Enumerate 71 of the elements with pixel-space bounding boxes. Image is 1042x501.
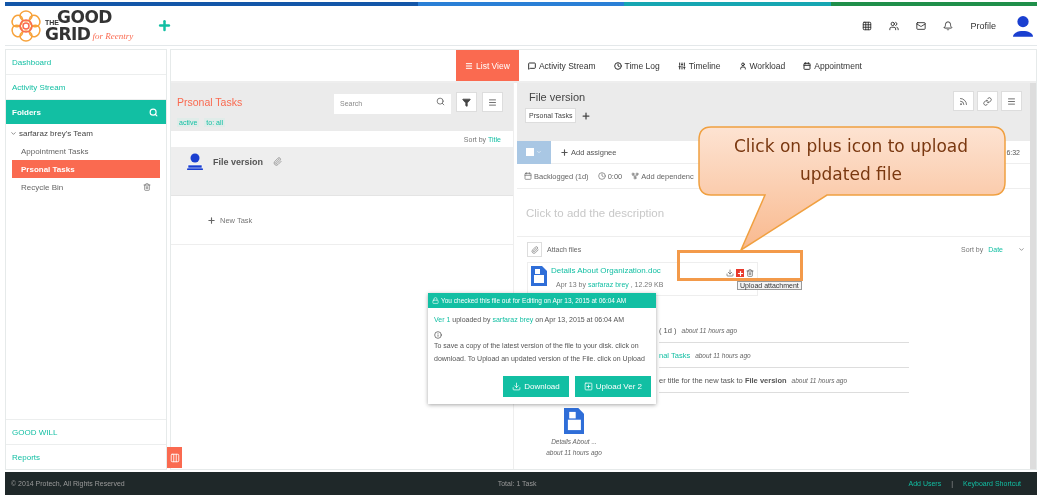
plus-square-icon <box>583 382 593 391</box>
sliders-icon <box>677 61 686 70</box>
clock-icon <box>597 172 606 180</box>
folder-label: Prsonal Tasks <box>21 164 75 174</box>
download-icon <box>512 382 522 391</box>
trash-icon[interactable] <box>746 269 754 277</box>
lock-icon <box>432 297 439 304</box>
logo-tagline: for Reentry <box>92 31 134 41</box>
caret-icon[interactable] <box>1018 246 1025 253</box>
callout-text: Click on plus icon to upload updated file <box>732 135 970 186</box>
plus-icon[interactable] <box>581 110 592 121</box>
users-icon[interactable] <box>889 20 900 31</box>
checkbox[interactable] <box>526 148 534 156</box>
menu-button[interactable] <box>1001 91 1022 111</box>
view-tab[interactable]: Workload <box>729 50 795 81</box>
task-row[interactable]: File version <box>171 148 513 196</box>
upload-plus-icon[interactable] <box>736 269 744 277</box>
view-tab[interactable]: Timeline <box>668 50 730 81</box>
filter-icon <box>462 97 471 107</box>
plus-icon[interactable] <box>157 18 173 33</box>
menu-icon <box>1007 96 1016 106</box>
document-icon <box>563 408 585 434</box>
avatar-icon <box>187 153 203 170</box>
task-title: File version <box>528 91 587 103</box>
download-icon[interactable] <box>726 269 734 277</box>
logo-text: GRID <box>45 25 91 43</box>
apps-grid-icon[interactable] <box>862 20 873 31</box>
avatar-icon[interactable] <box>1013 14 1033 37</box>
rss-button[interactable] <box>953 91 974 111</box>
view-tab[interactable]: Appointment <box>794 50 871 81</box>
collapse-handle[interactable] <box>167 447 182 468</box>
clock-icon <box>613 61 622 70</box>
calendar-icon <box>524 172 532 180</box>
view-tab[interactable]: Activity Stream <box>518 50 605 81</box>
caret-down-icon[interactable] <box>10 129 17 137</box>
flower-logo-icon <box>9 8 43 43</box>
rss-icon <box>959 96 968 106</box>
search-icon[interactable] <box>436 97 445 106</box>
trash-icon[interactable] <box>143 183 151 191</box>
document-icon <box>531 266 547 286</box>
mail-icon[interactable] <box>916 20 927 31</box>
menu-button[interactable] <box>482 92 503 112</box>
select-dropdown[interactable] <box>517 140 551 164</box>
chat-bubble-icon <box>527 61 536 70</box>
paperclip-icon <box>530 245 539 254</box>
paperclip-icon <box>273 157 283 166</box>
caret-icon <box>536 149 542 155</box>
menu-icon <box>488 97 497 107</box>
folder-label: Appointment Tasks <box>21 146 89 156</box>
person-icon <box>738 61 747 70</box>
columns-icon <box>169 452 180 463</box>
task-title[interactable]: File version <box>213 157 264 167</box>
list-title: Prsonal Tasks <box>177 96 244 108</box>
link-button[interactable] <box>977 91 998 111</box>
bell-icon[interactable] <box>943 20 954 31</box>
team-label[interactable]: sarfaraz brey's Team <box>19 128 93 138</box>
profile-link[interactable]: Profile <box>970 20 996 31</box>
plus-icon <box>207 215 216 225</box>
folders-title: Folders <box>12 107 41 117</box>
info-icon <box>434 331 442 339</box>
filter-button[interactable] <box>456 92 477 112</box>
link-icon <box>983 96 992 106</box>
folder-item[interactable]: Recycle Bin <box>12 178 160 196</box>
folder-item[interactable]: Appointment Tasks <box>12 142 160 160</box>
view-tab[interactable]: Time Log <box>604 50 669 81</box>
list-icon <box>465 61 473 70</box>
plus-icon <box>560 147 569 157</box>
paperclip-button[interactable] <box>527 242 542 257</box>
calendar-icon <box>803 61 812 70</box>
fork-icon <box>631 172 640 180</box>
folder-label: Recycle Bin <box>21 182 64 192</box>
